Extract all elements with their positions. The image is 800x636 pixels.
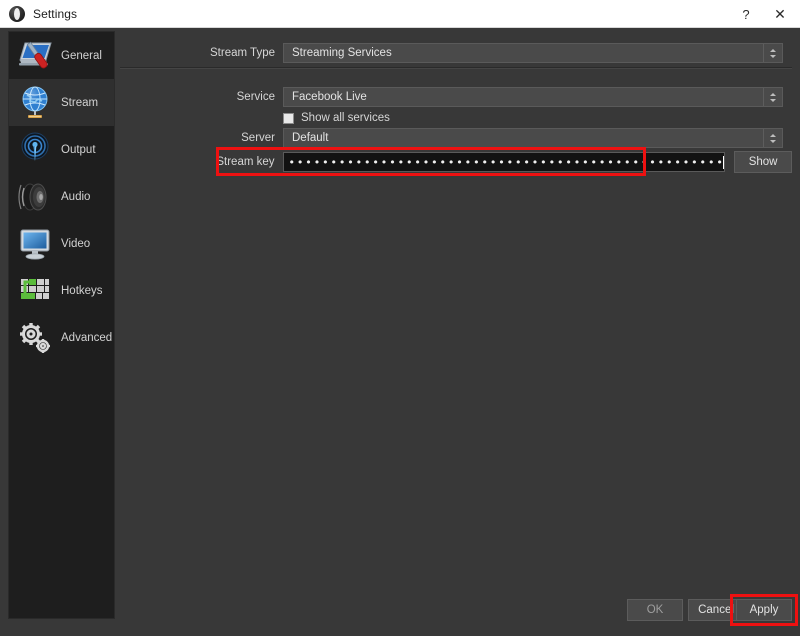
show-all-services-row: Show all services: [283, 108, 583, 128]
window-title: Settings: [33, 6, 78, 21]
apply-button[interactable]: Apply: [736, 599, 792, 621]
sidebar-item-label: Hotkeys: [61, 284, 103, 297]
sidebar-item-audio[interactable]: Audio: [9, 173, 114, 220]
service-value: Facebook Live: [292, 91, 367, 103]
server-row: Server Default: [120, 128, 792, 148]
sidebar-item-label: Video: [61, 237, 91, 250]
stream-type-label: Stream Type: [210, 47, 275, 59]
sidebar-item-label: Output: [61, 143, 96, 156]
stream-key-value: ••••••••••••••••••••••••••••••••••••••••…: [288, 156, 723, 168]
sidebar-item-hotkeys[interactable]: Hotkeys: [9, 267, 114, 314]
stream-settings-panel: Stream Type Streaming Services Service F…: [120, 31, 792, 591]
sidebar-item-label: Stream: [61, 96, 99, 109]
chevron-updown-icon[interactable]: [763, 44, 782, 62]
dialog-footer: OK Cancel Apply: [0, 591, 800, 636]
server-label: Server: [241, 132, 275, 144]
show-all-services-label: Show all services: [301, 112, 390, 124]
sidebar-item-stream[interactable]: Stream: [9, 79, 114, 126]
server-combobox[interactable]: Default: [283, 128, 783, 148]
sidebar-item-general[interactable]: General: [9, 32, 114, 79]
service-combobox[interactable]: Facebook Live: [283, 87, 783, 107]
sidebar-item-label: General: [61, 49, 102, 62]
chevron-updown-icon[interactable]: [763, 88, 782, 106]
ok-button[interactable]: OK: [627, 599, 683, 621]
show-all-services-checkbox[interactable]: Show all services: [283, 112, 390, 124]
hotkeys-icon: [16, 272, 54, 310]
close-icon[interactable]: ✕: [764, 0, 796, 28]
settings-category-list[interactable]: General Stream Output Audio Video Hotkey…: [8, 31, 115, 619]
sidebar-item-label: Advanced: [61, 331, 113, 344]
video-icon: [16, 225, 54, 263]
obs-icon: [9, 5, 25, 22]
sidebar-item-video[interactable]: Video: [9, 220, 114, 267]
help-icon[interactable]: ?: [730, 0, 762, 28]
chevron-updown-icon[interactable]: [763, 129, 782, 147]
stream-icon: [16, 84, 54, 122]
output-icon: [16, 131, 54, 169]
sidebar-item-label: Audio: [61, 190, 91, 203]
show-stream-key-button[interactable]: Show: [734, 151, 792, 173]
general-icon: [16, 37, 54, 75]
service-row: Service Facebook Live: [120, 87, 792, 107]
stream-key-label: Stream key: [216, 156, 275, 168]
section-divider: [120, 67, 792, 69]
checkbox-box[interactable]: [283, 112, 294, 124]
sidebar-item-output[interactable]: Output: [9, 126, 114, 173]
audio-icon: [16, 178, 54, 216]
stream-key-row: Stream key •••••••••••••••••••••••••••••…: [120, 151, 792, 173]
service-label: Service: [236, 91, 275, 103]
title-bar: Settings ? ✕: [0, 0, 800, 28]
stream-type-combobox[interactable]: Streaming Services: [283, 43, 783, 63]
stream-type-value: Streaming Services: [292, 47, 392, 59]
sidebar-item-advanced[interactable]: Advanced: [9, 314, 114, 361]
settings-window-body: General Stream Output Audio Video Hotkey…: [0, 28, 800, 636]
stream-type-row: Stream Type Streaming Services: [120, 43, 792, 63]
advanced-icon: [16, 319, 54, 357]
server-value: Default: [292, 132, 329, 144]
stream-key-input[interactable]: ••••••••••••••••••••••••••••••••••••••••…: [282, 152, 726, 172]
